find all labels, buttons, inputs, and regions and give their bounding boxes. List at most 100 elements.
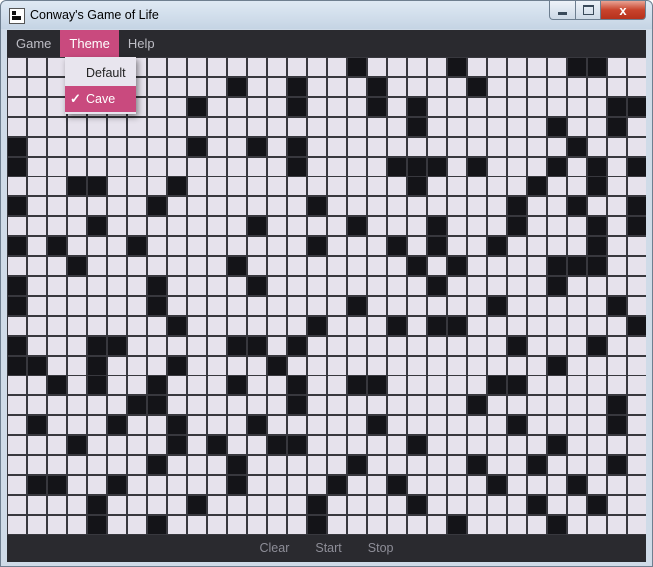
cell-dead[interactable] (248, 376, 266, 394)
cell-dead[interactable] (548, 337, 566, 355)
cell-alive[interactable] (168, 416, 186, 434)
cell-alive[interactable] (608, 456, 626, 474)
cell-dead[interactable] (508, 297, 526, 315)
cell-dead[interactable] (168, 277, 186, 295)
cell-alive[interactable] (288, 138, 306, 156)
cell-dead[interactable] (108, 277, 126, 295)
cell-dead[interactable] (328, 516, 346, 534)
cell-dead[interactable] (628, 456, 646, 474)
cell-dead[interactable] (328, 177, 346, 195)
cell-dead[interactable] (188, 277, 206, 295)
cell-alive[interactable] (408, 98, 426, 116)
cell-dead[interactable] (548, 177, 566, 195)
cell-dead[interactable] (568, 317, 586, 335)
cell-dead[interactable] (568, 277, 586, 295)
cell-dead[interactable] (428, 496, 446, 514)
cell-dead[interactable] (508, 456, 526, 474)
cell-dead[interactable] (608, 177, 626, 195)
cell-dead[interactable] (108, 297, 126, 315)
cell-dead[interactable] (348, 496, 366, 514)
cell-dead[interactable] (528, 138, 546, 156)
cell-dead[interactable] (268, 118, 286, 136)
cell-dead[interactable] (208, 297, 226, 315)
cell-dead[interactable] (368, 496, 386, 514)
cell-dead[interactable] (308, 357, 326, 375)
cell-dead[interactable] (88, 317, 106, 335)
cell-dead[interactable] (408, 376, 426, 394)
cell-alive[interactable] (428, 317, 446, 335)
cell-dead[interactable] (208, 376, 226, 394)
cell-dead[interactable] (388, 337, 406, 355)
cell-dead[interactable] (208, 138, 226, 156)
cell-dead[interactable] (568, 297, 586, 315)
cell-alive[interactable] (488, 476, 506, 494)
cell-dead[interactable] (448, 78, 466, 96)
cell-dead[interactable] (88, 456, 106, 474)
cell-dead[interactable] (248, 456, 266, 474)
cell-dead[interactable] (408, 237, 426, 255)
cell-alive[interactable] (308, 516, 326, 534)
cell-dead[interactable] (368, 177, 386, 195)
cell-dead[interactable] (468, 337, 486, 355)
cell-dead[interactable] (608, 337, 626, 355)
cell-dead[interactable] (528, 237, 546, 255)
cell-dead[interactable] (168, 476, 186, 494)
cell-dead[interactable] (408, 138, 426, 156)
cell-dead[interactable] (188, 217, 206, 235)
cell-dead[interactable] (168, 118, 186, 136)
cell-dead[interactable] (68, 496, 86, 514)
cell-dead[interactable] (188, 337, 206, 355)
cell-dead[interactable] (548, 237, 566, 255)
cell-dead[interactable] (628, 476, 646, 494)
cell-alive[interactable] (228, 257, 246, 275)
cell-dead[interactable] (348, 98, 366, 116)
cell-dead[interactable] (108, 197, 126, 215)
cell-dead[interactable] (288, 58, 306, 76)
cell-dead[interactable] (368, 58, 386, 76)
cell-dead[interactable] (428, 197, 446, 215)
cell-dead[interactable] (8, 98, 26, 116)
cell-dead[interactable] (248, 476, 266, 494)
cell-dead[interactable] (108, 237, 126, 255)
menu-game[interactable]: Game (7, 30, 60, 57)
cell-dead[interactable] (548, 197, 566, 215)
cell-dead[interactable] (108, 516, 126, 534)
cell-dead[interactable] (88, 197, 106, 215)
cell-dead[interactable] (268, 337, 286, 355)
cell-alive[interactable] (588, 337, 606, 355)
cell-dead[interactable] (408, 58, 426, 76)
cell-alive[interactable] (268, 436, 286, 454)
cell-alive[interactable] (628, 158, 646, 176)
cell-dead[interactable] (248, 78, 266, 96)
cell-alive[interactable] (8, 197, 26, 215)
cell-dead[interactable] (168, 237, 186, 255)
cell-dead[interactable] (628, 436, 646, 454)
cell-dead[interactable] (168, 197, 186, 215)
cell-alive[interactable] (148, 376, 166, 394)
cell-dead[interactable] (108, 118, 126, 136)
cell-dead[interactable] (528, 158, 546, 176)
cell-dead[interactable] (68, 317, 86, 335)
cell-dead[interactable] (488, 197, 506, 215)
cell-dead[interactable] (528, 476, 546, 494)
cell-dead[interactable] (628, 516, 646, 534)
cell-dead[interactable] (468, 317, 486, 335)
cell-dead[interactable] (608, 257, 626, 275)
cell-dead[interactable] (388, 496, 406, 514)
cell-dead[interactable] (508, 237, 526, 255)
cell-dead[interactable] (348, 158, 366, 176)
cell-dead[interactable] (308, 138, 326, 156)
cell-alive[interactable] (288, 158, 306, 176)
cell-dead[interactable] (628, 396, 646, 414)
cell-dead[interactable] (468, 516, 486, 534)
cell-dead[interactable] (588, 138, 606, 156)
cell-dead[interactable] (68, 277, 86, 295)
cell-dead[interactable] (108, 317, 126, 335)
cell-alive[interactable] (8, 297, 26, 315)
cell-dead[interactable] (268, 456, 286, 474)
cell-dead[interactable] (488, 277, 506, 295)
cell-dead[interactable] (208, 237, 226, 255)
cell-dead[interactable] (8, 516, 26, 534)
cell-dead[interactable] (68, 158, 86, 176)
cell-dead[interactable] (628, 118, 646, 136)
